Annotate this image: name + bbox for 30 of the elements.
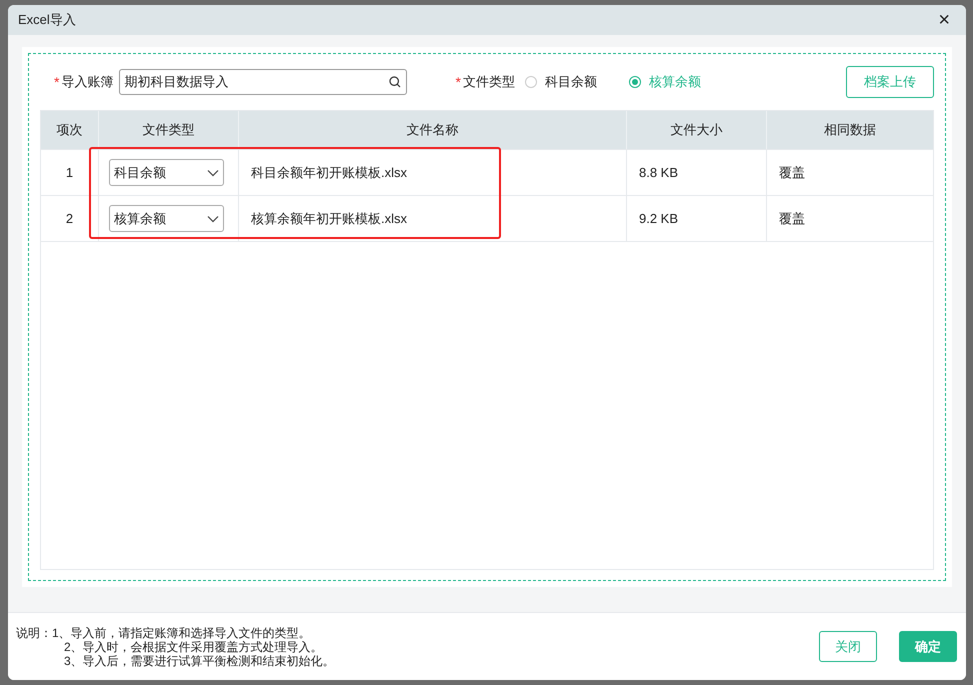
type-select[interactable]: 核算余额 (109, 205, 224, 232)
type-select[interactable]: 科目余额 (109, 159, 224, 186)
table-cell: 科目余额年初开账模板.xlsx (239, 150, 627, 195)
required-mark: * (455, 74, 461, 90)
table-cell: 8.8 KB (627, 150, 767, 195)
table-cell: 1 (41, 150, 99, 195)
required-mark: * (54, 74, 60, 90)
column-header: 相同数据 (823, 121, 877, 139)
table-cell: 核算余额年初开账模板.xlsx (239, 196, 627, 241)
dialog-title: Excel导入 (18, 11, 76, 29)
note-text: 3、导入后，需要进行试算平衡检测和结束初始化。 (64, 654, 335, 668)
ledger-field[interactable]: 期初科目数据导入 (119, 69, 408, 95)
notes-label: 说明： (16, 626, 52, 642)
radio-option[interactable]: 科目余额 (524, 73, 597, 91)
search-icon (389, 76, 402, 88)
column-header: 项次 (41, 111, 99, 149)
table-cell: 2 (41, 196, 99, 241)
table-cell-text: 覆盖 (778, 210, 806, 228)
chevron-down-icon (207, 214, 219, 222)
column-header: 文件名称 (239, 111, 627, 149)
note-text: 2、导入时，会根据文件采用覆盖方式处理导入。 (64, 640, 324, 654)
table-cell-text: 覆盖 (778, 164, 806, 182)
chevron-down-icon (207, 168, 219, 176)
ledger-label: 导入账簿 (61, 73, 114, 91)
column-header: 文件大小 (627, 111, 767, 149)
file-type-label: 文件类型 (462, 73, 515, 91)
table-cell: 9.2 KB (627, 196, 767, 241)
close-button[interactable]: × (938, 10, 950, 30)
column-header: 文件类型 (99, 111, 239, 149)
note-text: 1、导入前，请指定账簿和选择导入文件的类型。 (52, 626, 312, 640)
